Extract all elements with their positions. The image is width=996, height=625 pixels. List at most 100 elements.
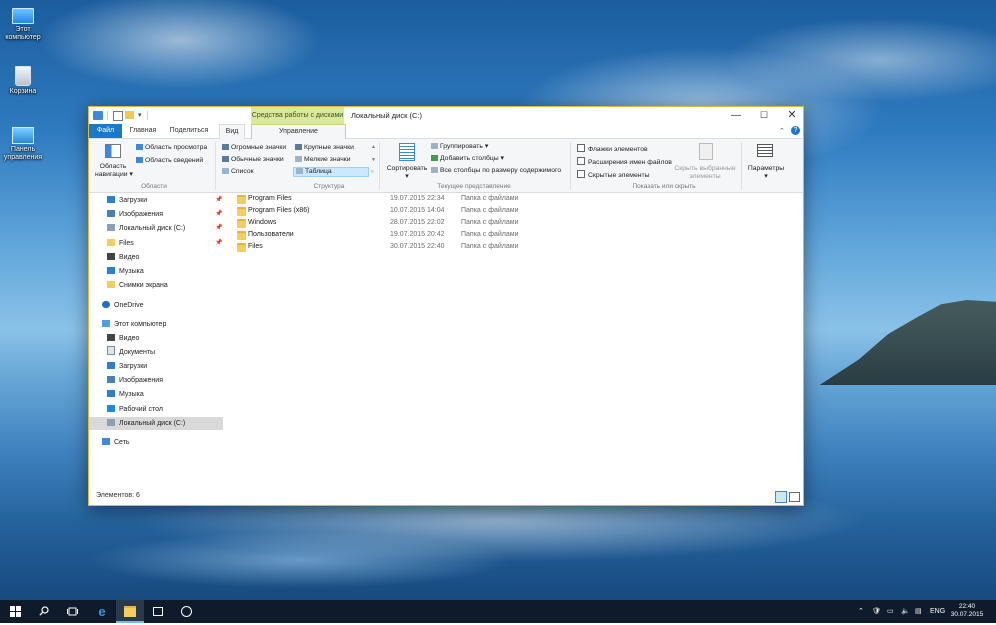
layout-extra-large-icons[interactable]: Огромные значки: [222, 144, 286, 152]
preview-pane-label: Область просмотра: [145, 144, 208, 151]
tab-file[interactable]: Файл: [89, 124, 122, 138]
desktop-icon-control-panel[interactable]: Панель управления: [0, 127, 46, 162]
search-button[interactable]: [30, 600, 58, 623]
layout-scroll-down[interactable]: ▼: [371, 156, 376, 164]
nav-item-pc-pictures[interactable]: Изображения: [107, 374, 163, 387]
nav-item-local-disk[interactable]: Локальный диск (C:): [107, 222, 185, 235]
nav-item-files[interactable]: Files: [107, 237, 134, 250]
item-checkboxes-toggle[interactable]: Флажки элементов: [577, 144, 648, 154]
input-language[interactable]: ENG: [930, 600, 945, 623]
app-button[interactable]: [172, 600, 200, 623]
group-label-panes: Области: [141, 183, 167, 190]
pin-icon: 📌: [215, 211, 223, 217]
layout-list[interactable]: Список: [222, 168, 254, 176]
details-view-icon[interactable]: [775, 491, 787, 503]
volume-icon[interactable]: 🔈: [901, 600, 910, 623]
maximize-button[interactable]: ☐: [749, 107, 779, 124]
size-columns-button[interactable]: Все столбцы по размеру содержимого: [431, 167, 561, 175]
start-button[interactable]: [0, 600, 30, 623]
nav-item-this-pc[interactable]: Этот компьютер: [102, 318, 166, 331]
edge-icon: e: [98, 604, 106, 619]
navigation-pane-button[interactable]: Область навигации ▾: [95, 163, 133, 179]
nav-item-video[interactable]: Видео: [107, 251, 139, 264]
show-hidden-icons[interactable]: ⌃: [858, 600, 864, 623]
table-row[interactable]: Пользователи 19.07.2015 20:42 Папка с фа…: [229, 229, 803, 241]
computer-icon: [102, 320, 110, 327]
folder-icon: [237, 195, 246, 204]
wallpaper-headland: [819, 300, 996, 385]
file-name: Files: [248, 243, 263, 250]
file-extensions-toggle[interactable]: Расширения имен файлов: [577, 157, 672, 167]
help-icon[interactable]: ?: [791, 126, 800, 135]
nav-item-pc-documents[interactable]: Документы: [107, 346, 155, 359]
add-columns-button[interactable]: Добавить столбцы ▾: [431, 155, 504, 163]
store-icon: [153, 606, 163, 616]
title-bar[interactable]: ▾ Средства работы с дисками Локальный ди…: [89, 107, 803, 124]
clock-date: 30.07.2015: [950, 611, 984, 618]
close-button[interactable]: ✕: [777, 107, 807, 124]
explorer-button[interactable]: [116, 600, 144, 623]
table-row[interactable]: Program Files (x86) 10.07.2015 14:04 Пап…: [229, 205, 803, 217]
folder-icon[interactable]: [93, 111, 103, 120]
file-type: Папка с файлами: [461, 231, 519, 238]
explorer-window: ▾ Средства работы с дисками Локальный ди…: [88, 106, 804, 506]
file-date: 19.07.2015 22:34: [390, 195, 445, 202]
file-date: 28.07.2015 22:02: [390, 219, 445, 226]
nav-item-pc-local-disk[interactable]: Локальный диск (C:): [89, 417, 223, 430]
nav-item-pc-music[interactable]: Музыка: [107, 388, 144, 401]
layout-details[interactable]: Таблица: [293, 167, 369, 177]
new-folder-icon[interactable]: [125, 111, 134, 119]
sort-by-button[interactable]: Сортировать ▾: [385, 165, 429, 181]
security-icon[interactable]: 🛡: [872, 600, 881, 623]
nav-item-pictures[interactable]: Изображения: [107, 208, 163, 221]
layout-large-icons[interactable]: Крупные значки: [295, 144, 354, 152]
details-pane-icon: [136, 157, 143, 163]
group-separator: [570, 142, 571, 190]
nav-item-screenshots[interactable]: Снимки экрана: [107, 279, 168, 292]
large-icons-view-icon[interactable]: [789, 492, 800, 502]
table-row[interactable]: Windows 28.07.2015 22:02 Папка с файлами: [229, 217, 803, 229]
group-by-button[interactable]: Группировать ▾: [431, 143, 488, 151]
network-icon[interactable]: ▭: [887, 600, 894, 623]
file-date: 30.07.2015 22:40: [390, 243, 445, 250]
windows-logo-icon: [9, 605, 21, 617]
store-button[interactable]: [144, 600, 172, 623]
nav-item-network[interactable]: Сеть: [102, 436, 130, 449]
hide-selected-button[interactable]: Скрыть выбранные элементы: [673, 165, 737, 181]
chevron-down-icon[interactable]: ▾: [138, 111, 144, 120]
nav-item-onedrive[interactable]: OneDrive: [102, 299, 144, 312]
collapse-ribbon-icon[interactable]: ⌃: [779, 127, 785, 135]
tab-share[interactable]: Поделиться: [165, 124, 213, 138]
nav-item-music[interactable]: Музыка: [107, 265, 144, 278]
options-button[interactable]: Параметры ▾: [745, 165, 787, 181]
preview-pane-button[interactable]: Область просмотра: [136, 144, 207, 152]
layout-expand[interactable]: ▿: [371, 168, 374, 176]
network-icon: [102, 438, 110, 445]
layout-label: Таблица: [305, 168, 332, 175]
hidden-items-toggle[interactable]: Скрытые элементы: [577, 170, 649, 180]
item-count: Элементов: 6: [96, 492, 140, 499]
table-row[interactable]: Files 30.07.2015 22:40 Папка с файлами: [229, 241, 803, 253]
nav-item-pc-desktop[interactable]: Рабочий стол: [107, 403, 163, 416]
layout-small-icons[interactable]: Мелкие значки: [295, 156, 351, 164]
clock[interactable]: 22:40 30.07.2015: [948, 603, 986, 619]
task-view-button[interactable]: [58, 600, 86, 623]
nav-item-downloads[interactable]: Загрузки: [107, 194, 147, 207]
nav-item-pc-downloads[interactable]: Загрузки: [107, 360, 147, 373]
details-pane-button[interactable]: Область сведений: [136, 157, 203, 165]
minimize-button[interactable]: —: [721, 107, 751, 124]
properties-icon[interactable]: [113, 111, 123, 121]
tab-view[interactable]: Вид: [219, 124, 245, 140]
tab-manage[interactable]: Управление: [251, 124, 346, 139]
table-row[interactable]: Program Files 19.07.2015 22:34 Папка с ф…: [229, 193, 803, 205]
edge-button[interactable]: e: [88, 600, 116, 623]
notifications-icon[interactable]: ▤: [915, 600, 922, 623]
nav-item-pc-video[interactable]: Видео: [107, 332, 139, 345]
group-label-layout: Структура: [313, 183, 345, 190]
desktop-icon-this-pc[interactable]: Этот компьютер: [0, 5, 46, 42]
tab-home[interactable]: Главная: [125, 124, 161, 138]
layout-scroll-up[interactable]: ▲: [371, 143, 376, 151]
desktop-icon-recycle-bin[interactable]: Корзина: [0, 66, 46, 96]
qat-separator: [147, 111, 148, 120]
layout-medium-icons[interactable]: Обычные значки: [222, 156, 284, 164]
